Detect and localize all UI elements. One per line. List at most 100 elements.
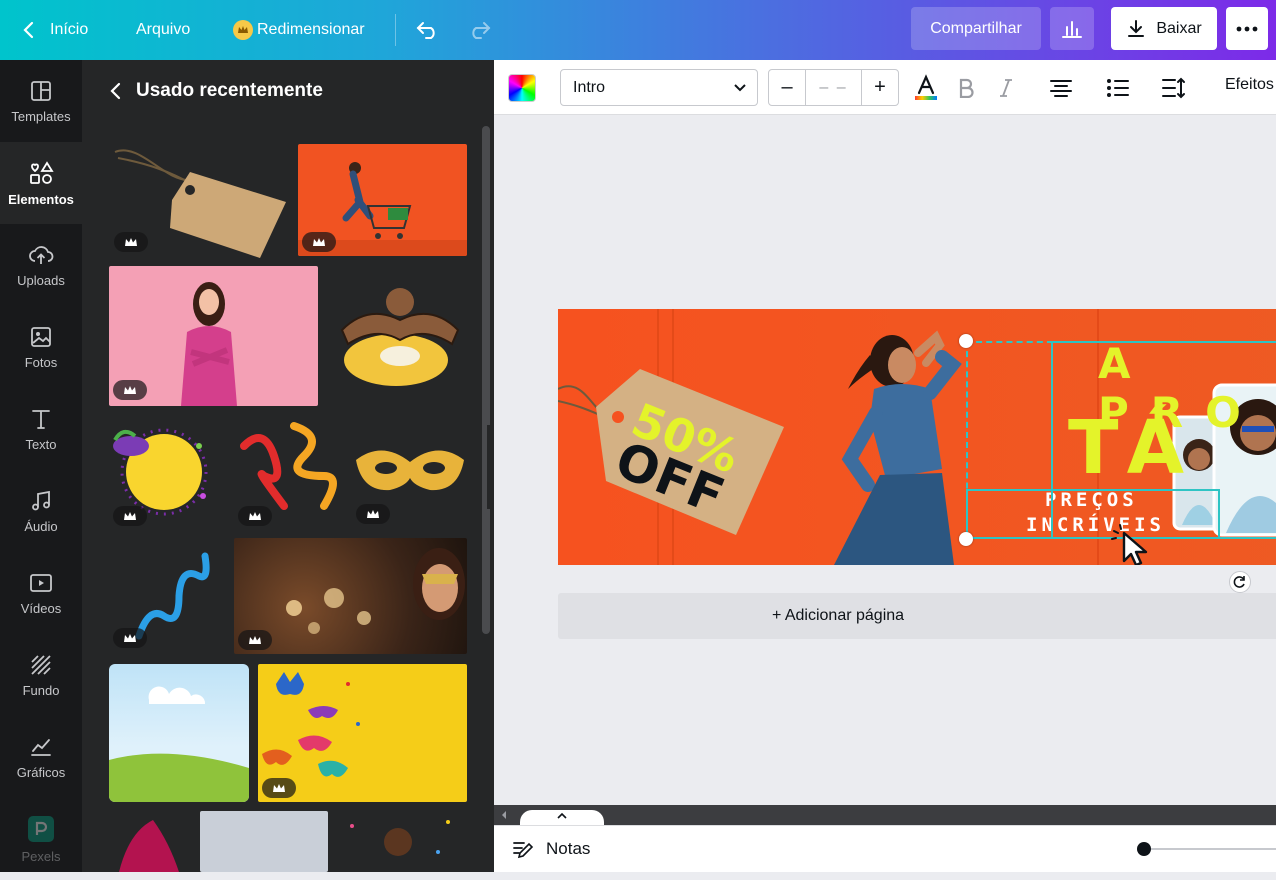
element-thumb-jumping-woman[interactable] <box>298 144 467 256</box>
rail-item-audio[interactable]: Áudio <box>0 470 82 552</box>
download-label: Baixar <box>1156 19 1202 37</box>
top-bar: Início Arquivo Redimensionar Compartilha… <box>0 0 1276 60</box>
resize-handle-top-left[interactable] <box>959 334 973 348</box>
zoom-slider-handle[interactable] <box>1137 842 1151 856</box>
spacing-button[interactable] <box>1160 72 1188 104</box>
elements-panel: Usado recentemente <box>82 60 494 872</box>
horizontal-scrollbar[interactable] <box>494 805 1276 825</box>
premium-crown-icon <box>114 232 148 252</box>
element-thumb-ribbons[interactable] <box>234 416 344 526</box>
mouse-cursor-icon <box>1111 524 1148 565</box>
cloud-upload-icon <box>29 245 54 264</box>
rail-label: Vídeos <box>20 600 62 616</box>
font-size-stepper: – – – + <box>768 69 899 106</box>
premium-crown-icon <box>262 778 296 798</box>
font-size-input[interactable]: – – <box>805 70 862 105</box>
rail-item-elements[interactable]: Elementos <box>0 142 82 224</box>
resize-label: Redimensionar <box>257 21 365 38</box>
rail-item-charts[interactable]: Gráficos <box>0 716 82 798</box>
home-label: Início <box>50 21 89 38</box>
rotate-button[interactable] <box>1229 571 1251 593</box>
element-thumb-man-illustration[interactable] <box>328 280 466 390</box>
element-thumb-feather[interactable] <box>109 812 193 872</box>
element-thumb-sky-hill[interactable] <box>109 664 249 802</box>
design-page[interactable]: 50% OFF A PRO TÁ PREÇOS INCRÍVEIS <box>558 309 1276 565</box>
bullet-list-button[interactable] <box>1104 72 1132 104</box>
share-button[interactable]: Compartilhar <box>911 7 1041 50</box>
align-center-button[interactable] <box>1047 72 1075 104</box>
undo-button[interactable] <box>416 0 440 60</box>
rail-label: Gráficos <box>16 764 66 780</box>
align-center-icon <box>1050 80 1072 97</box>
premium-crown-icon <box>356 504 390 524</box>
templates-icon <box>31 80 51 101</box>
more-button[interactable] <box>1226 7 1268 50</box>
resize-handle-bottom-left[interactable] <box>959 532 973 546</box>
italic-button[interactable] <box>994 72 1018 104</box>
rail-item-pexels[interactable]: Pexels <box>0 798 82 880</box>
rail-label: Texto <box>25 436 57 452</box>
element-thumb-carnival-masks[interactable] <box>258 664 467 802</box>
home-button[interactable]: Início <box>22 0 88 60</box>
rotate-icon <box>1233 576 1245 588</box>
chevron-down-icon <box>734 83 746 91</box>
text-color-button[interactable] <box>912 72 940 104</box>
panel-title: Usado recentemente <box>136 80 323 101</box>
rail-item-text[interactable]: Texto <box>0 388 82 470</box>
bar-chart-icon <box>1062 20 1082 38</box>
redo-icon <box>472 22 491 39</box>
download-button[interactable]: Baixar <box>1111 7 1217 50</box>
file-menu[interactable]: Arquivo <box>136 0 190 60</box>
text-color-picker[interactable] <box>508 74 536 102</box>
increase-font-size-button[interactable]: + <box>862 70 898 105</box>
element-thumb-woman-pink[interactable] <box>109 266 318 406</box>
notes-icon <box>513 842 534 859</box>
element-thumb-price-tag[interactable] <box>110 142 290 258</box>
element-thumb-gold-mask[interactable] <box>352 430 468 526</box>
line-chart-icon <box>31 738 51 756</box>
rail-item-background[interactable]: Fundo <box>0 634 82 716</box>
more-dots-icon <box>1236 26 1258 31</box>
effects-button[interactable]: Efeitos <box>1225 76 1274 94</box>
premium-crown-icon <box>113 628 147 648</box>
chevron-up-icon <box>557 812 567 819</box>
element-thumb-bokeh-woman[interactable] <box>234 538 467 654</box>
rail-label: Áudio <box>24 518 58 534</box>
rail-item-videos[interactable]: Vídeos <box>0 552 82 634</box>
premium-crown-icon <box>238 506 272 526</box>
premium-crown-icon <box>302 232 336 252</box>
insights-button[interactable] <box>1050 7 1094 50</box>
rail-item-photos[interactable]: Fotos <box>0 306 82 388</box>
panel-header[interactable]: Usado recentemente <box>110 80 323 102</box>
text-color-a-icon <box>915 74 937 100</box>
music-note-icon <box>32 490 50 510</box>
zoom-slider-track[interactable] <box>1144 848 1276 850</box>
undo-icon <box>416 22 435 39</box>
element-thumb-carnival-circle[interactable] <box>109 416 215 526</box>
download-icon <box>1128 19 1145 37</box>
bold-button[interactable] <box>954 72 978 104</box>
pages-drawer-tab[interactable] <box>520 810 604 826</box>
panel-scrollbar[interactable] <box>482 126 490 634</box>
premium-crown-icon <box>113 380 147 400</box>
pexels-logo-icon <box>28 815 54 842</box>
rail-item-uploads[interactable]: Uploads <box>0 224 82 306</box>
add-page-button[interactable]: + Adicionar página <box>558 593 1276 639</box>
rail-item-templates[interactable]: Templates <box>0 60 82 142</box>
decrease-font-size-button[interactable]: – <box>769 70 805 105</box>
shapes-icon <box>30 160 54 184</box>
notes-button[interactable]: Notas <box>512 839 590 859</box>
element-thumb-party-woman[interactable] <box>338 812 468 872</box>
element-thumb-blue-streamer[interactable] <box>109 536 221 650</box>
font-family-select[interactable]: Intro <box>560 69 758 106</box>
resize-button[interactable]: Redimensionar <box>233 0 365 60</box>
crown-icon <box>233 20 253 40</box>
text-toolbar: Intro – – – + Efeitos <box>494 60 1276 115</box>
text-t-icon <box>32 409 50 429</box>
redo-button[interactable] <box>467 0 491 60</box>
element-thumb-gray-frame[interactable] <box>200 811 328 872</box>
italic-icon <box>1000 79 1012 97</box>
rail-label: Elementos <box>8 191 74 207</box>
rail-label: Pexels <box>21 848 61 864</box>
font-name: Intro <box>573 78 606 96</box>
